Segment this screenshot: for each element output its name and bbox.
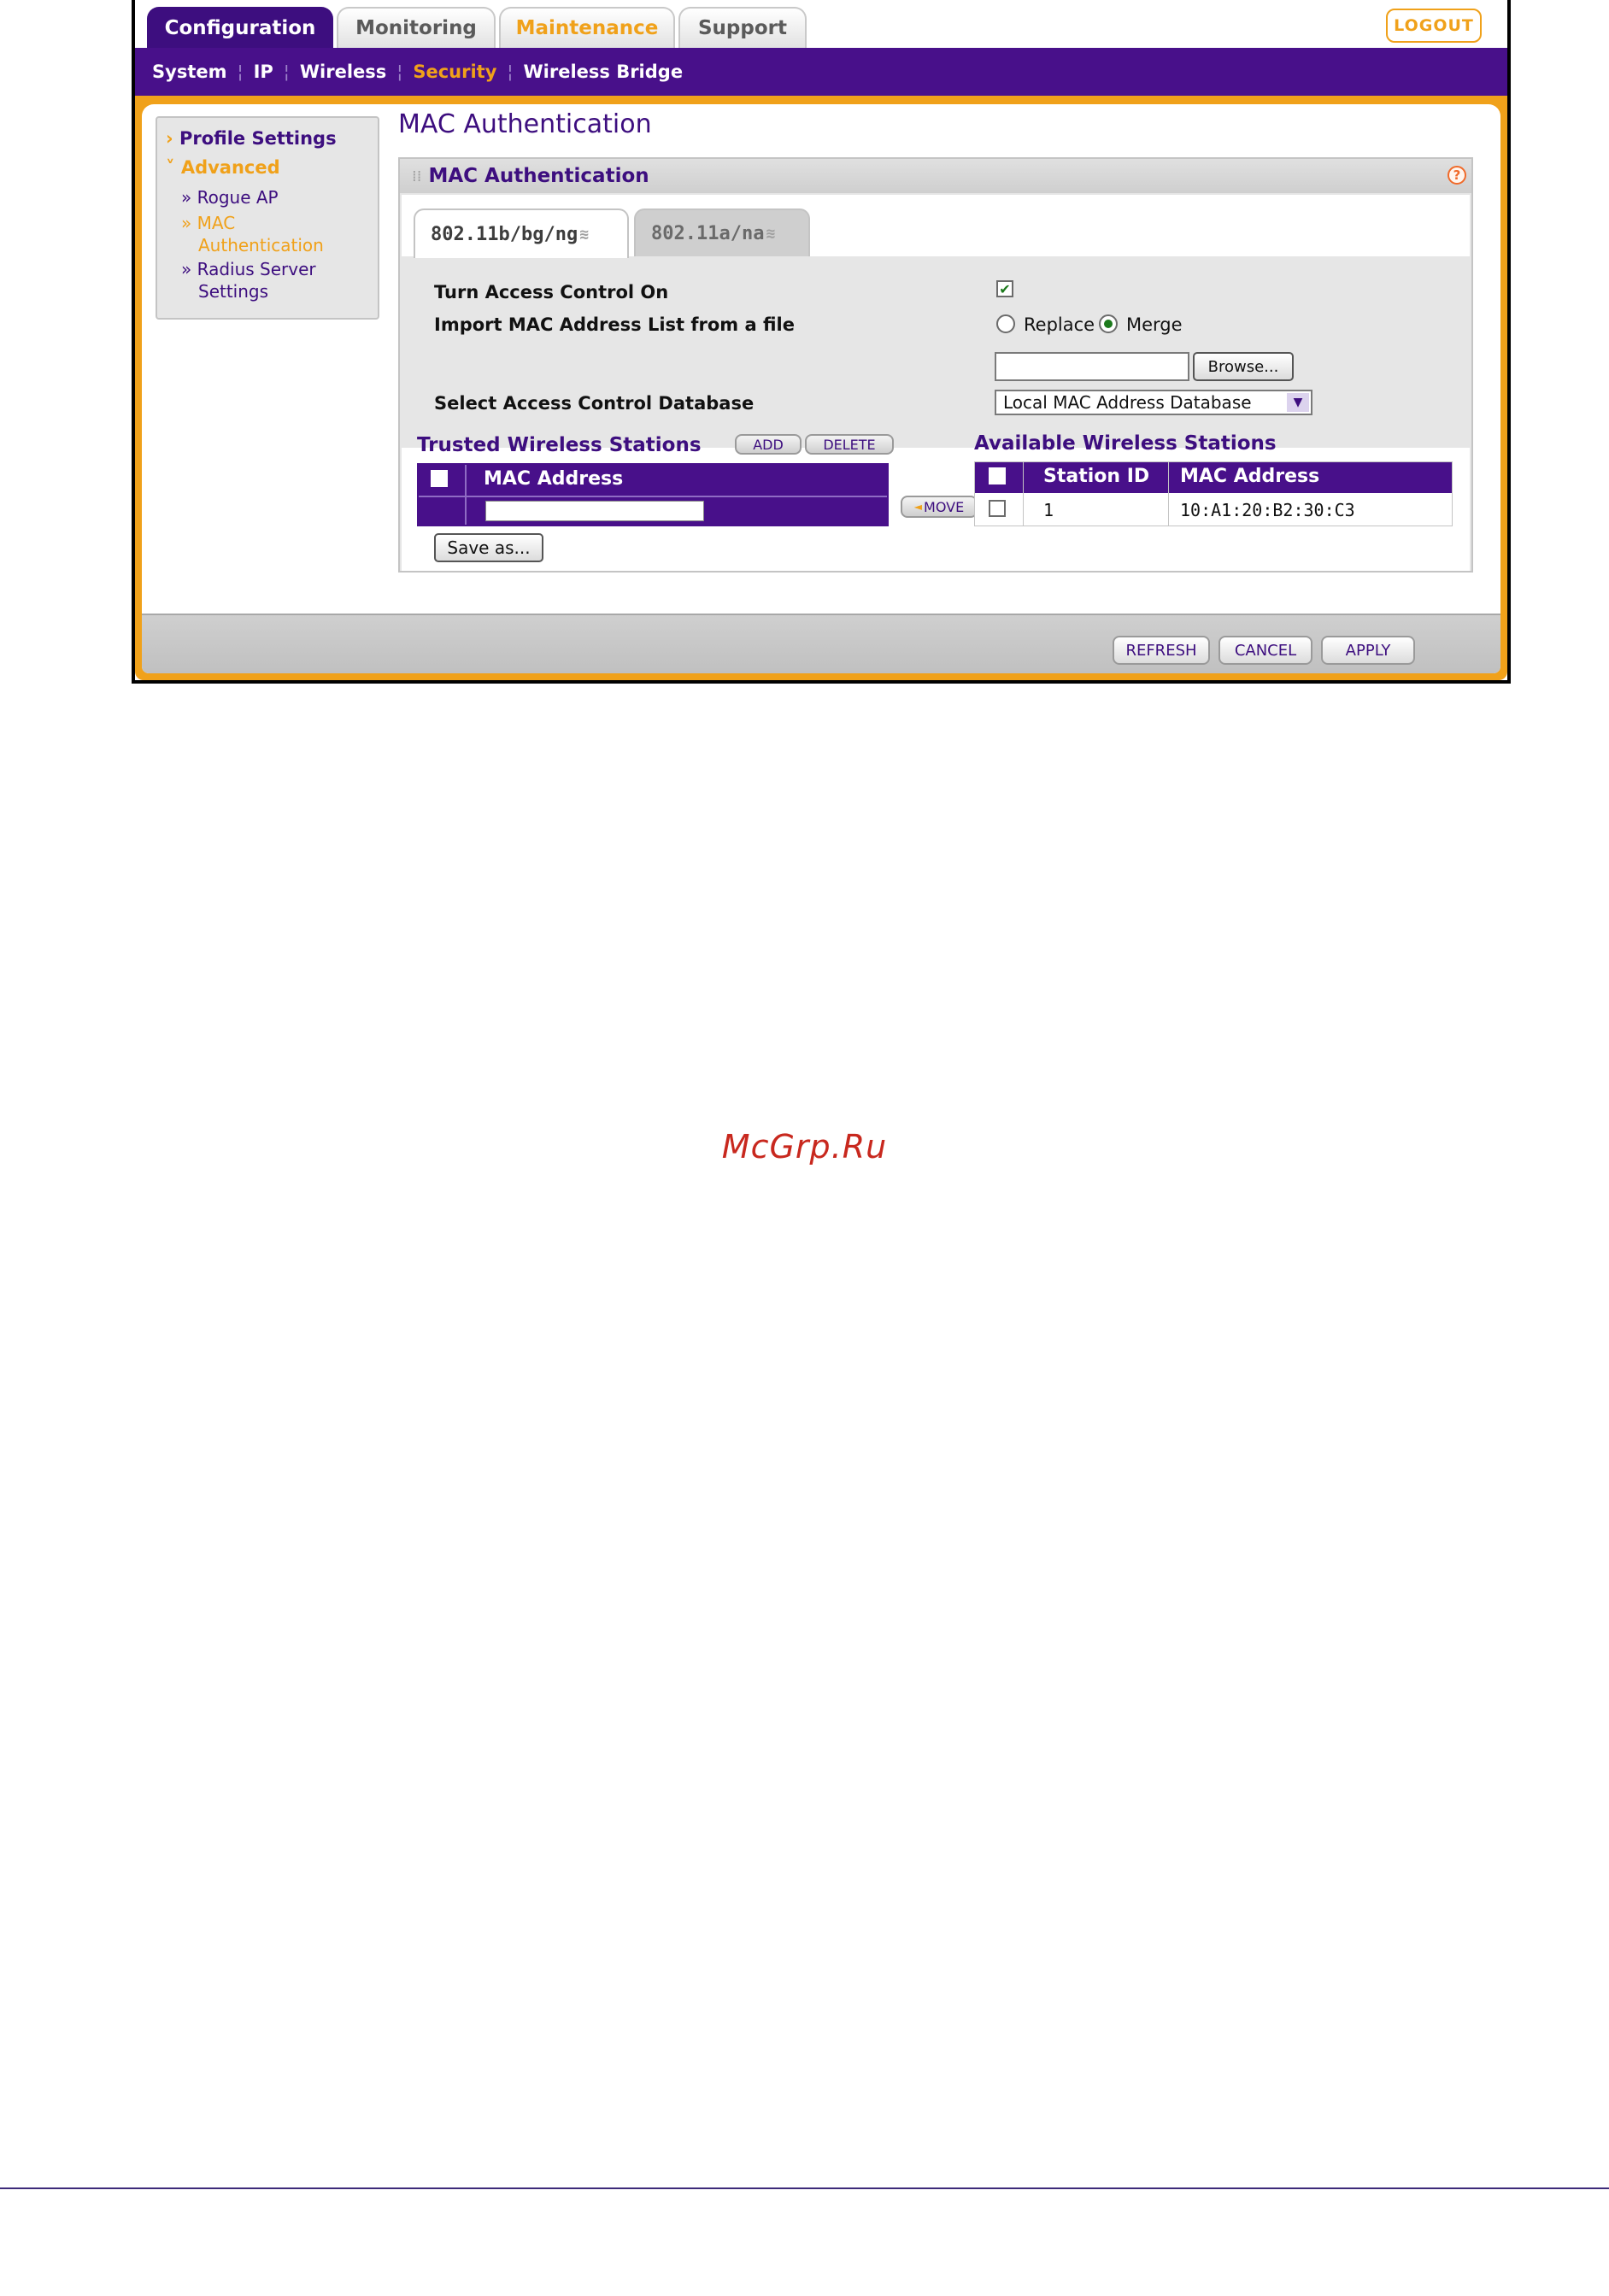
select-all-checkbox[interactable] <box>431 470 448 487</box>
sidebar-item-label: Radius Server <box>197 259 316 279</box>
access-control-form: Turn Access Control On ✔ Import MAC Addr… <box>402 258 1470 448</box>
radio-tab-strip: 802.11b/bg/ng ≋ 802.11a/na ≋ <box>402 195 1470 258</box>
move-label: MOVE <box>924 498 965 515</box>
column-divider <box>465 465 467 525</box>
file-path-input[interactable] <box>995 352 1189 381</box>
content-inner: › Profile Settings ˅ Advanced » Rogue AP… <box>142 104 1500 673</box>
main-tab-bar: Configuration Monitoring Maintenance Sup… <box>135 0 1507 48</box>
watermark-text: McGrp.Ru <box>721 1128 888 1166</box>
logout-button[interactable]: LOGOUT <box>1386 9 1482 43</box>
subnav-divider: ¦ <box>283 62 290 82</box>
database-label: Select Access Control Database <box>434 393 755 414</box>
subnav-security[interactable]: Security <box>413 62 496 82</box>
table-row: 1 10:A1:20:B2:30:C3 <box>975 493 1452 526</box>
tab-80211bgng[interactable]: 802.11b/bg/ng ≋ <box>414 208 629 258</box>
column-header-station-id: Station ID <box>1043 466 1150 487</box>
help-icon[interactable]: ? <box>1448 166 1466 185</box>
row-divider <box>419 496 887 497</box>
drag-grip-icon: ⁞⁞ <box>412 167 422 185</box>
double-chevron-icon: » <box>181 259 192 279</box>
sidebar-item-label: Advanced <box>180 157 280 178</box>
mac-auth-panel: ⁞⁞ MAC Authentication ? 802.11b/bg/ng ≋ … <box>398 157 1473 573</box>
sidebar-item-label: Authentication <box>198 235 324 255</box>
tab-80211ana[interactable]: 802.11a/na ≋ <box>634 208 810 256</box>
available-stations-title: Available Wireless Stations <box>974 432 1277 455</box>
sidebar-item-advanced[interactable]: ˅ Advanced <box>166 157 280 178</box>
trusted-stations-table: MAC Address <box>417 463 889 526</box>
column-header-mac: MAC Address <box>484 468 624 490</box>
replace-radio[interactable] <box>996 314 1015 333</box>
tab-label: 802.11a/na <box>651 222 765 244</box>
chevron-down-icon: ▼ <box>1287 393 1309 412</box>
sidebar-item-label: MAC <box>197 213 236 233</box>
table-header: MAC Address <box>419 465 887 496</box>
add-button[interactable]: ADD <box>735 434 802 455</box>
row-checkbox[interactable] <box>989 500 1006 517</box>
refresh-button[interactable]: REFRESH <box>1113 636 1210 665</box>
subnav-system[interactable]: System <box>152 62 226 82</box>
subnav-ip[interactable]: IP <box>254 62 273 82</box>
browse-button[interactable]: Browse... <box>1193 352 1294 381</box>
arrow-left-icon: ◄ <box>913 501 923 513</box>
trusted-stations-title: Trusted Wireless Stations <box>417 434 702 456</box>
subnav-divider: ¦ <box>396 62 403 82</box>
merge-label: Merge <box>1126 314 1183 335</box>
subnav-wireless-bridge[interactable]: Wireless Bridge <box>523 62 683 82</box>
chevron-down-icon: ˅ <box>166 157 175 178</box>
subnav-wireless[interactable]: Wireless <box>300 62 386 82</box>
access-control-checkbox[interactable]: ✔ <box>996 280 1013 297</box>
subnav-divider: ¦ <box>507 62 514 82</box>
database-select[interactable]: Local MAC Address Database ▼ <box>995 390 1312 415</box>
action-bar: REFRESH CANCEL APPLY <box>142 614 1500 673</box>
sub-navigation: System ¦ IP ¦ Wireless ¦ Security ¦ Wire… <box>135 48 1507 96</box>
sidebar-item-label: Rogue AP <box>197 187 279 208</box>
tab-support[interactable]: Support <box>678 7 807 48</box>
station-id-cell: 1 <box>1043 500 1054 520</box>
panel-header: ⁞⁞ MAC Authentication ? <box>400 159 1471 193</box>
wifi-icon: ≋ <box>766 224 776 243</box>
app-window: Configuration Monitoring Maintenance Sup… <box>132 0 1511 684</box>
page-title: MAC Authentication <box>398 109 652 139</box>
sidebar-item-label: Profile Settings <box>179 128 337 149</box>
panel-title: MAC Authentication <box>428 165 649 187</box>
select-all-checkbox[interactable] <box>989 467 1006 484</box>
merge-radio[interactable] <box>1099 314 1118 333</box>
footer-rule <box>0 2187 1609 2189</box>
content-area: › Profile Settings ˅ Advanced » Rogue AP… <box>135 96 1507 680</box>
move-button[interactable]: ◄ MOVE <box>901 496 978 518</box>
tab-maintenance[interactable]: Maintenance <box>499 7 675 48</box>
wifi-icon: ≋ <box>579 225 590 244</box>
double-chevron-icon: » <box>181 213 192 233</box>
tab-monitoring[interactable]: Monitoring <box>337 7 496 48</box>
sidebar-item-profile-settings[interactable]: › Profile Settings <box>166 128 337 149</box>
double-chevron-icon: » <box>181 187 192 208</box>
mac-address-cell: 10:A1:20:B2:30:C3 <box>1180 500 1355 520</box>
access-control-label: Turn Access Control On <box>434 282 669 302</box>
available-stations-table: Station ID MAC Address 1 10:A1:20:B2:30:… <box>974 461 1453 526</box>
sidebar: › Profile Settings ˅ Advanced » Rogue AP… <box>156 116 379 320</box>
database-select-value: Local MAC Address Database <box>1003 392 1252 413</box>
save-as-button[interactable]: Save as... <box>434 533 543 562</box>
delete-button[interactable]: DELETE <box>805 434 894 455</box>
sidebar-item-rogue-ap[interactable]: » Rogue AP <box>181 186 279 208</box>
sidebar-item-mac-authentication[interactable]: » MAC Authentication <box>181 212 324 256</box>
sidebar-item-radius-server[interactable]: » Radius Server Settings <box>181 258 316 302</box>
chevron-right-icon: › <box>166 128 173 149</box>
subnav-divider: ¦ <box>237 62 244 82</box>
import-label: Import MAC Address List from a file <box>434 314 795 335</box>
replace-label: Replace <box>1024 314 1095 335</box>
mac-address-input[interactable] <box>485 501 704 521</box>
apply-button[interactable]: APPLY <box>1321 636 1415 665</box>
tab-label: 802.11b/bg/ng <box>431 223 578 245</box>
table-header: Station ID MAC Address <box>975 462 1452 493</box>
tab-configuration[interactable]: Configuration <box>147 7 333 48</box>
sidebar-item-label: Settings <box>198 281 269 302</box>
cancel-button[interactable]: CANCEL <box>1218 636 1312 665</box>
column-header-mac: MAC Address <box>1180 466 1320 487</box>
